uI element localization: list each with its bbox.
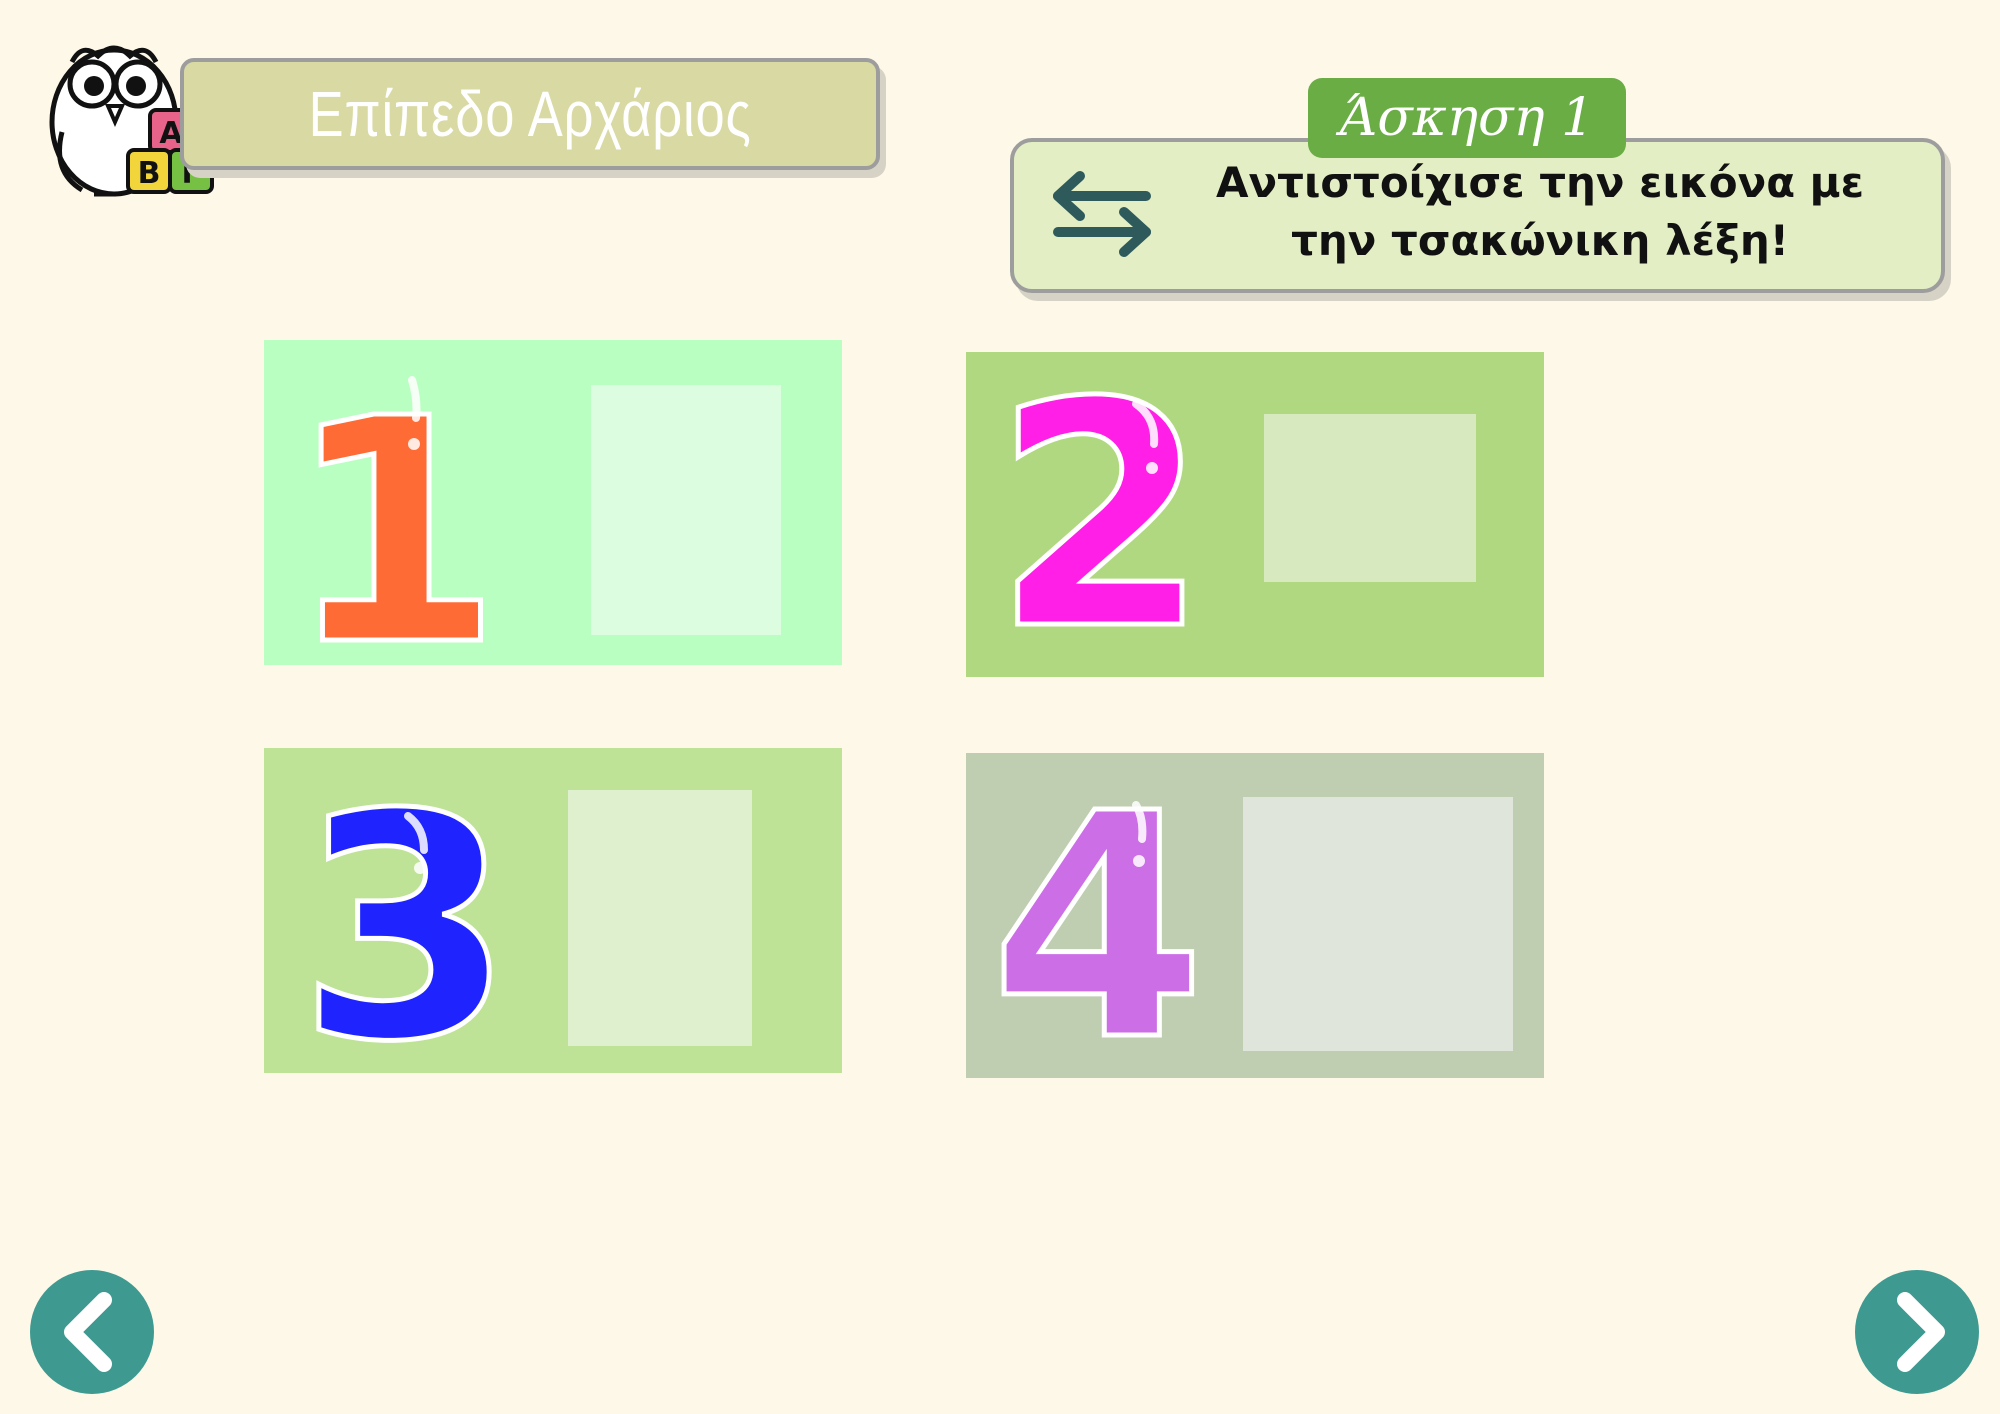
number-3-digit: 3 <box>298 749 514 1073</box>
number-3-image: 3 <box>296 748 517 1073</box>
swap-arrows-icon <box>1050 170 1154 258</box>
answer-drop-slot-3[interactable] <box>568 790 752 1046</box>
level-title: Επίπεδο Αρχάριος <box>308 78 752 150</box>
number-4-digit: 4 <box>990 753 1206 1078</box>
match-card-2: 2 <box>966 352 1544 677</box>
number-2-image: 2 <box>991 352 1212 677</box>
level-banner: Επίπεδο Αρχάριος <box>180 58 880 170</box>
instruction-text: Αντιστοίχισε την εικόνα με την τσακώνικη… <box>1216 158 1864 265</box>
number-2-digit: 2 <box>993 352 1209 677</box>
match-card-1: 1 <box>264 340 842 665</box>
next-button[interactable] <box>1855 1270 1979 1394</box>
exercise-title: Άσκηση 1 <box>1339 88 1595 148</box>
match-card-4: 4 <box>966 753 1544 1078</box>
exercise-label: Άσκηση 1 <box>1308 78 1626 158</box>
number-4-image: 4 <box>988 753 1209 1078</box>
number-1-digit: 1 <box>286 353 502 665</box>
number-1-image: 1 <box>284 351 504 666</box>
chevron-left-icon <box>64 1292 112 1372</box>
answer-drop-slot-2[interactable] <box>1264 414 1476 582</box>
block-b: Β <box>138 156 161 191</box>
match-card-3: 3 <box>264 748 842 1073</box>
previous-button[interactable] <box>30 1270 154 1394</box>
answer-drop-slot-4[interactable] <box>1243 797 1513 1051</box>
chevron-right-icon <box>1897 1292 1945 1372</box>
answer-drop-slot-1[interactable] <box>591 385 781 635</box>
